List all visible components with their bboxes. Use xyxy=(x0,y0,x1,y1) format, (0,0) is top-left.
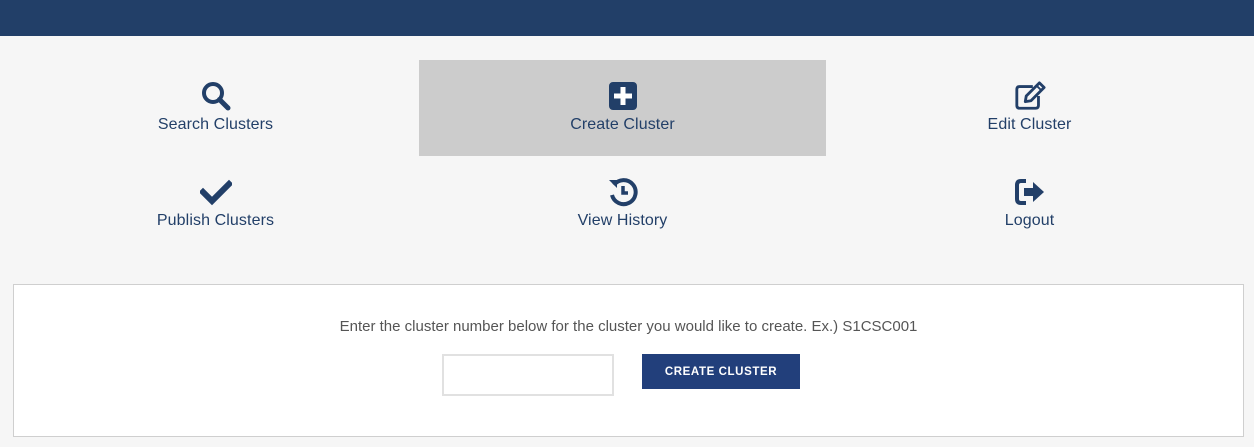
create-cluster-panel: Enter the cluster number below for the c… xyxy=(13,284,1244,437)
nav-logout[interactable]: Logout xyxy=(826,156,1233,252)
logout-icon xyxy=(1014,176,1046,208)
plus-square-icon xyxy=(607,80,639,112)
history-icon xyxy=(607,176,639,208)
nav-view-history[interactable]: View History xyxy=(419,156,826,252)
nav-edit-cluster[interactable]: Edit Cluster xyxy=(826,60,1233,156)
check-icon xyxy=(199,176,232,208)
nav-label: Logout xyxy=(1004,212,1055,229)
nav-label: Search Clusters xyxy=(157,116,274,133)
nav-label: Edit Cluster xyxy=(987,116,1072,133)
top-header-bar xyxy=(0,0,1254,36)
nav-publish-clusters[interactable]: Publish Clusters xyxy=(12,156,419,252)
nav-label: View History xyxy=(577,212,668,229)
create-cluster-button[interactable]: CREATE CLUSTER xyxy=(642,354,800,389)
nav-label: Create Cluster xyxy=(570,116,675,133)
edit-icon xyxy=(1014,80,1046,112)
cluster-number-input[interactable] xyxy=(442,354,614,396)
search-icon xyxy=(200,80,232,112)
instruction-text: Enter the cluster number below for the c… xyxy=(339,318,918,335)
nav-create-cluster[interactable]: Create Cluster xyxy=(419,60,826,156)
nav-label: Publish Clusters xyxy=(156,212,275,229)
nav-search-clusters[interactable]: Search Clusters xyxy=(12,60,419,156)
